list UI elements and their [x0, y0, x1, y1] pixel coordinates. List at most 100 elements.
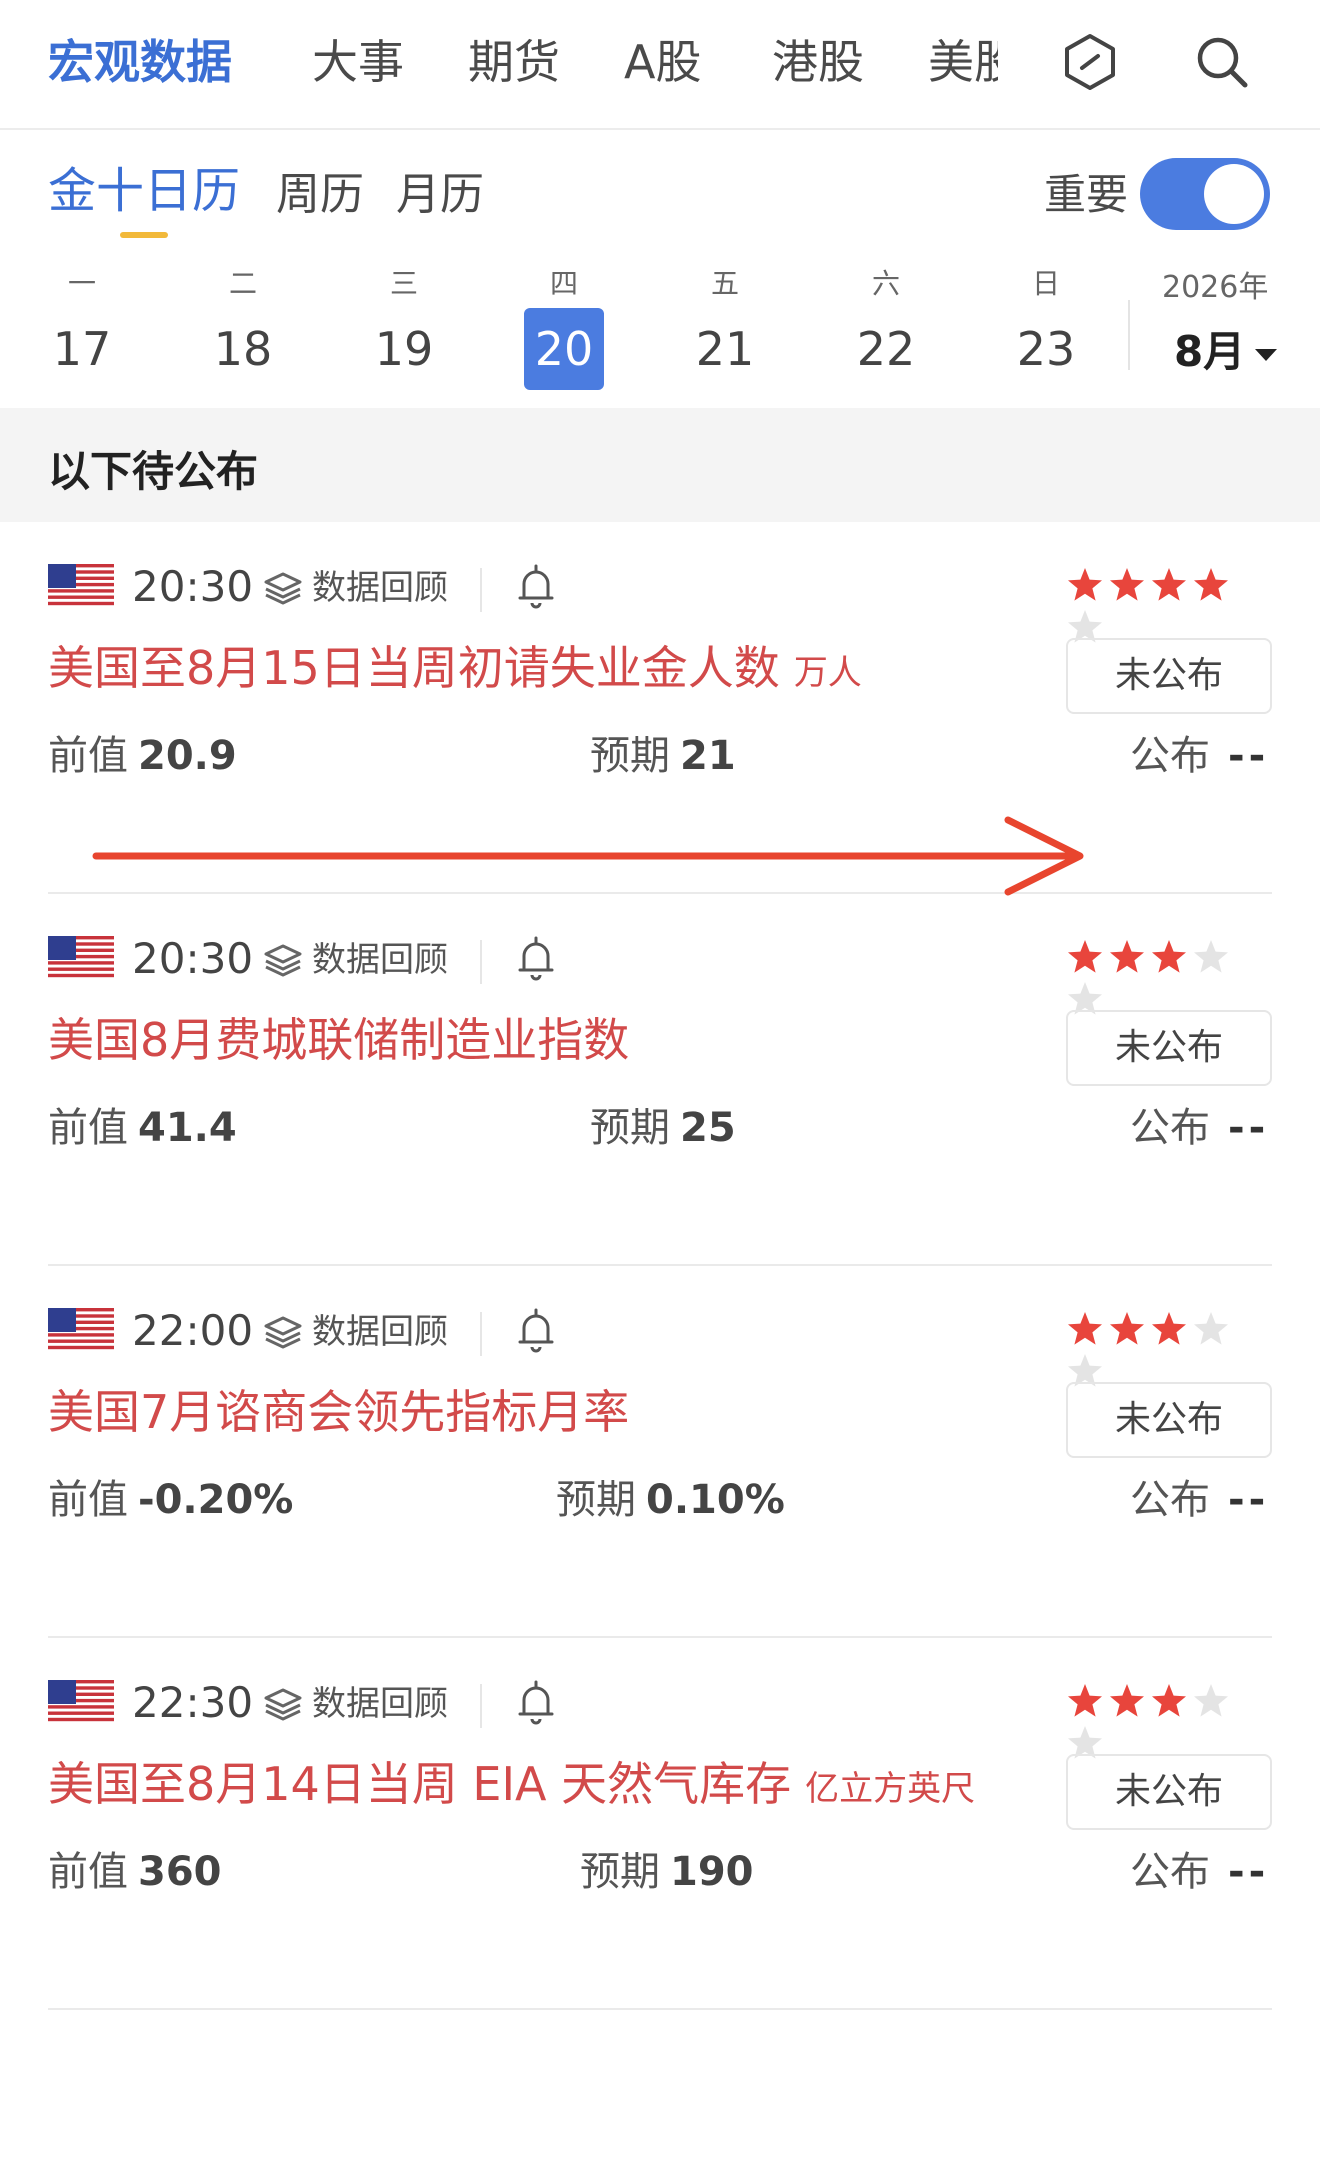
forecast-value: 预期 21	[590, 730, 736, 782]
event-title[interactable]: 美国7月谘商会领先指标月率	[48, 1382, 629, 1442]
event-title-text: 美国至8月15日当周初请失业金人数	[48, 641, 780, 695]
forecast-number: 25	[680, 1105, 736, 1151]
hexagon-icon[interactable]	[1058, 30, 1122, 94]
event-time: 20:30	[132, 562, 254, 611]
previous-value: 前值 360	[48, 1846, 222, 1898]
caret-down-icon	[1255, 348, 1278, 361]
event-title[interactable]: 美国8月费城联储制造业指数	[48, 1010, 629, 1070]
tab-us-stocks[interactable]: 美股	[928, 34, 998, 90]
tab-a-shares[interactable]: A股	[624, 34, 701, 90]
event-divider	[48, 2008, 1272, 2010]
event-unit: 万人	[793, 653, 862, 693]
bell-icon[interactable]	[514, 562, 558, 610]
layers-icon	[264, 944, 302, 977]
previous-label: 前值	[48, 1105, 128, 1151]
forecast-label: 预期	[556, 1477, 636, 1523]
data-review-link[interactable]: 数据回顾	[312, 566, 448, 610]
star-icon	[1152, 1312, 1186, 1345]
actual-label: 公布	[1130, 1849, 1210, 1895]
us-flag-icon	[48, 564, 114, 608]
divider	[480, 568, 482, 612]
month-label: 8月	[1174, 327, 1246, 376]
forecast-number: 21	[680, 733, 736, 779]
event-card[interactable]: 20:30 数据回顾 美国至8月15日当周初请失业金人数 万人 未公布 前值 20.9 预期 2…	[0, 522, 1320, 894]
status-button[interactable]: 未公布	[1066, 1754, 1272, 1830]
importance-stars	[1066, 1310, 1272, 1387]
date-number: 19	[374, 322, 434, 376]
month-selector[interactable]: 8月	[1174, 318, 1278, 379]
event-card[interactable]: 22:00 数据回顾美国7月谘商会领先指标月率 未公布前值 -0.20% 预期 0.10%…	[0, 1266, 1320, 1638]
tab-hk-stocks[interactable]: 港股	[772, 34, 864, 90]
us-flag-icon	[48, 936, 114, 980]
actual-number: --	[1228, 733, 1270, 779]
star-icon	[1194, 1312, 1228, 1345]
important-toggle[interactable]	[1140, 158, 1270, 230]
week-divider	[1128, 300, 1130, 370]
tab-futures[interactable]: 期货	[468, 34, 560, 90]
important-filter-label: 重要	[1044, 170, 1129, 219]
actual-value: 公布 --	[1130, 1846, 1269, 1898]
event-title-text: 美国8月费城联储制造业指数	[48, 1013, 630, 1067]
us-flag-icon	[48, 1680, 114, 1724]
previous-value: 前值 -0.20%	[48, 1474, 293, 1526]
actual-number: --	[1228, 1477, 1270, 1523]
previous-number: 41.4	[138, 1105, 237, 1151]
year-label: 2026年	[1162, 270, 1269, 305]
event-time: 20:30	[132, 934, 254, 983]
previous-label: 前值	[48, 1477, 128, 1523]
actual-value: 公布 --	[1130, 730, 1269, 782]
event-card[interactable]: 22:30 数据回顾美国至8月14日当周 EIA 天然气库存 亿立方英尺 未公布前值 3…	[0, 1638, 1320, 2010]
previous-number: -0.20%	[138, 1477, 294, 1523]
star-icon	[1110, 1312, 1144, 1345]
date-number: 17	[52, 322, 112, 376]
weekday-label: 二	[228, 267, 257, 300]
layers-icon	[264, 1316, 302, 1349]
previous-value: 前值 41.4	[48, 1102, 237, 1154]
data-review-link[interactable]: 数据回顾	[312, 1310, 448, 1354]
bell-icon[interactable]	[514, 934, 558, 982]
subtab-week-calendar[interactable]: 周历	[276, 168, 364, 222]
status-button[interactable]: 未公布	[1066, 1382, 1272, 1458]
star-icon	[1068, 1684, 1102, 1717]
us-flag-icon	[48, 1308, 114, 1352]
forecast-value: 预期 190	[580, 1846, 754, 1898]
star-icon	[1110, 568, 1144, 601]
importance-stars	[1066, 1682, 1272, 1759]
status-button[interactable]: 未公布	[1066, 638, 1272, 714]
date-number: 21	[695, 322, 755, 376]
event-title[interactable]: 美国至8月14日当周 EIA 天然气库存 亿立方英尺	[48, 1754, 975, 1819]
tab-big-events[interactable]: 大事	[312, 34, 404, 90]
date-number: 18	[213, 322, 273, 376]
toggle-knob	[1204, 164, 1264, 224]
forecast-value: 预期 0.10%	[556, 1474, 785, 1526]
search-icon[interactable]	[1190, 30, 1254, 94]
weekday-label: 五	[710, 267, 739, 300]
star-icon	[1194, 1684, 1228, 1717]
star-icon	[1152, 568, 1186, 601]
data-review-link[interactable]: 数据回顾	[312, 1682, 448, 1726]
event-title-text: 美国至8月14日当周 EIA 天然气库存	[48, 1757, 792, 1811]
forecast-value: 预期 25	[590, 1102, 736, 1154]
star-icon	[1110, 940, 1144, 973]
forecast-label: 预期	[590, 1105, 670, 1151]
subtab-jin10-calendar[interactable]: 金十日历	[48, 164, 240, 218]
actual-label: 公布	[1130, 1477, 1210, 1523]
event-time: 22:30	[132, 1678, 254, 1727]
actual-value: 公布 --	[1130, 1474, 1269, 1526]
status-button[interactable]: 未公布	[1066, 1010, 1272, 1086]
forecast-number: 0.10%	[646, 1477, 785, 1523]
star-icon	[1152, 1684, 1186, 1717]
actual-number: --	[1228, 1105, 1270, 1151]
event-title[interactable]: 美国至8月15日当周初请失业金人数 万人	[48, 638, 862, 703]
data-review-link[interactable]: 数据回顾	[312, 938, 448, 982]
subtab-month-calendar[interactable]: 月历	[396, 168, 484, 222]
bell-icon[interactable]	[514, 1306, 558, 1354]
event-time: 22:00	[132, 1306, 254, 1355]
importance-stars	[1066, 566, 1272, 643]
event-card[interactable]: 20:30 数据回顾美国8月费城联储制造业指数 未公布前值 41.4 预期 25 公布 --	[0, 894, 1320, 1266]
star-icon	[1068, 568, 1102, 601]
actual-label: 公布	[1130, 1105, 1210, 1151]
bell-icon[interactable]	[514, 1678, 558, 1726]
tab-macro-data[interactable]: 宏观数据	[48, 34, 232, 90]
previous-label: 前值	[48, 733, 128, 779]
